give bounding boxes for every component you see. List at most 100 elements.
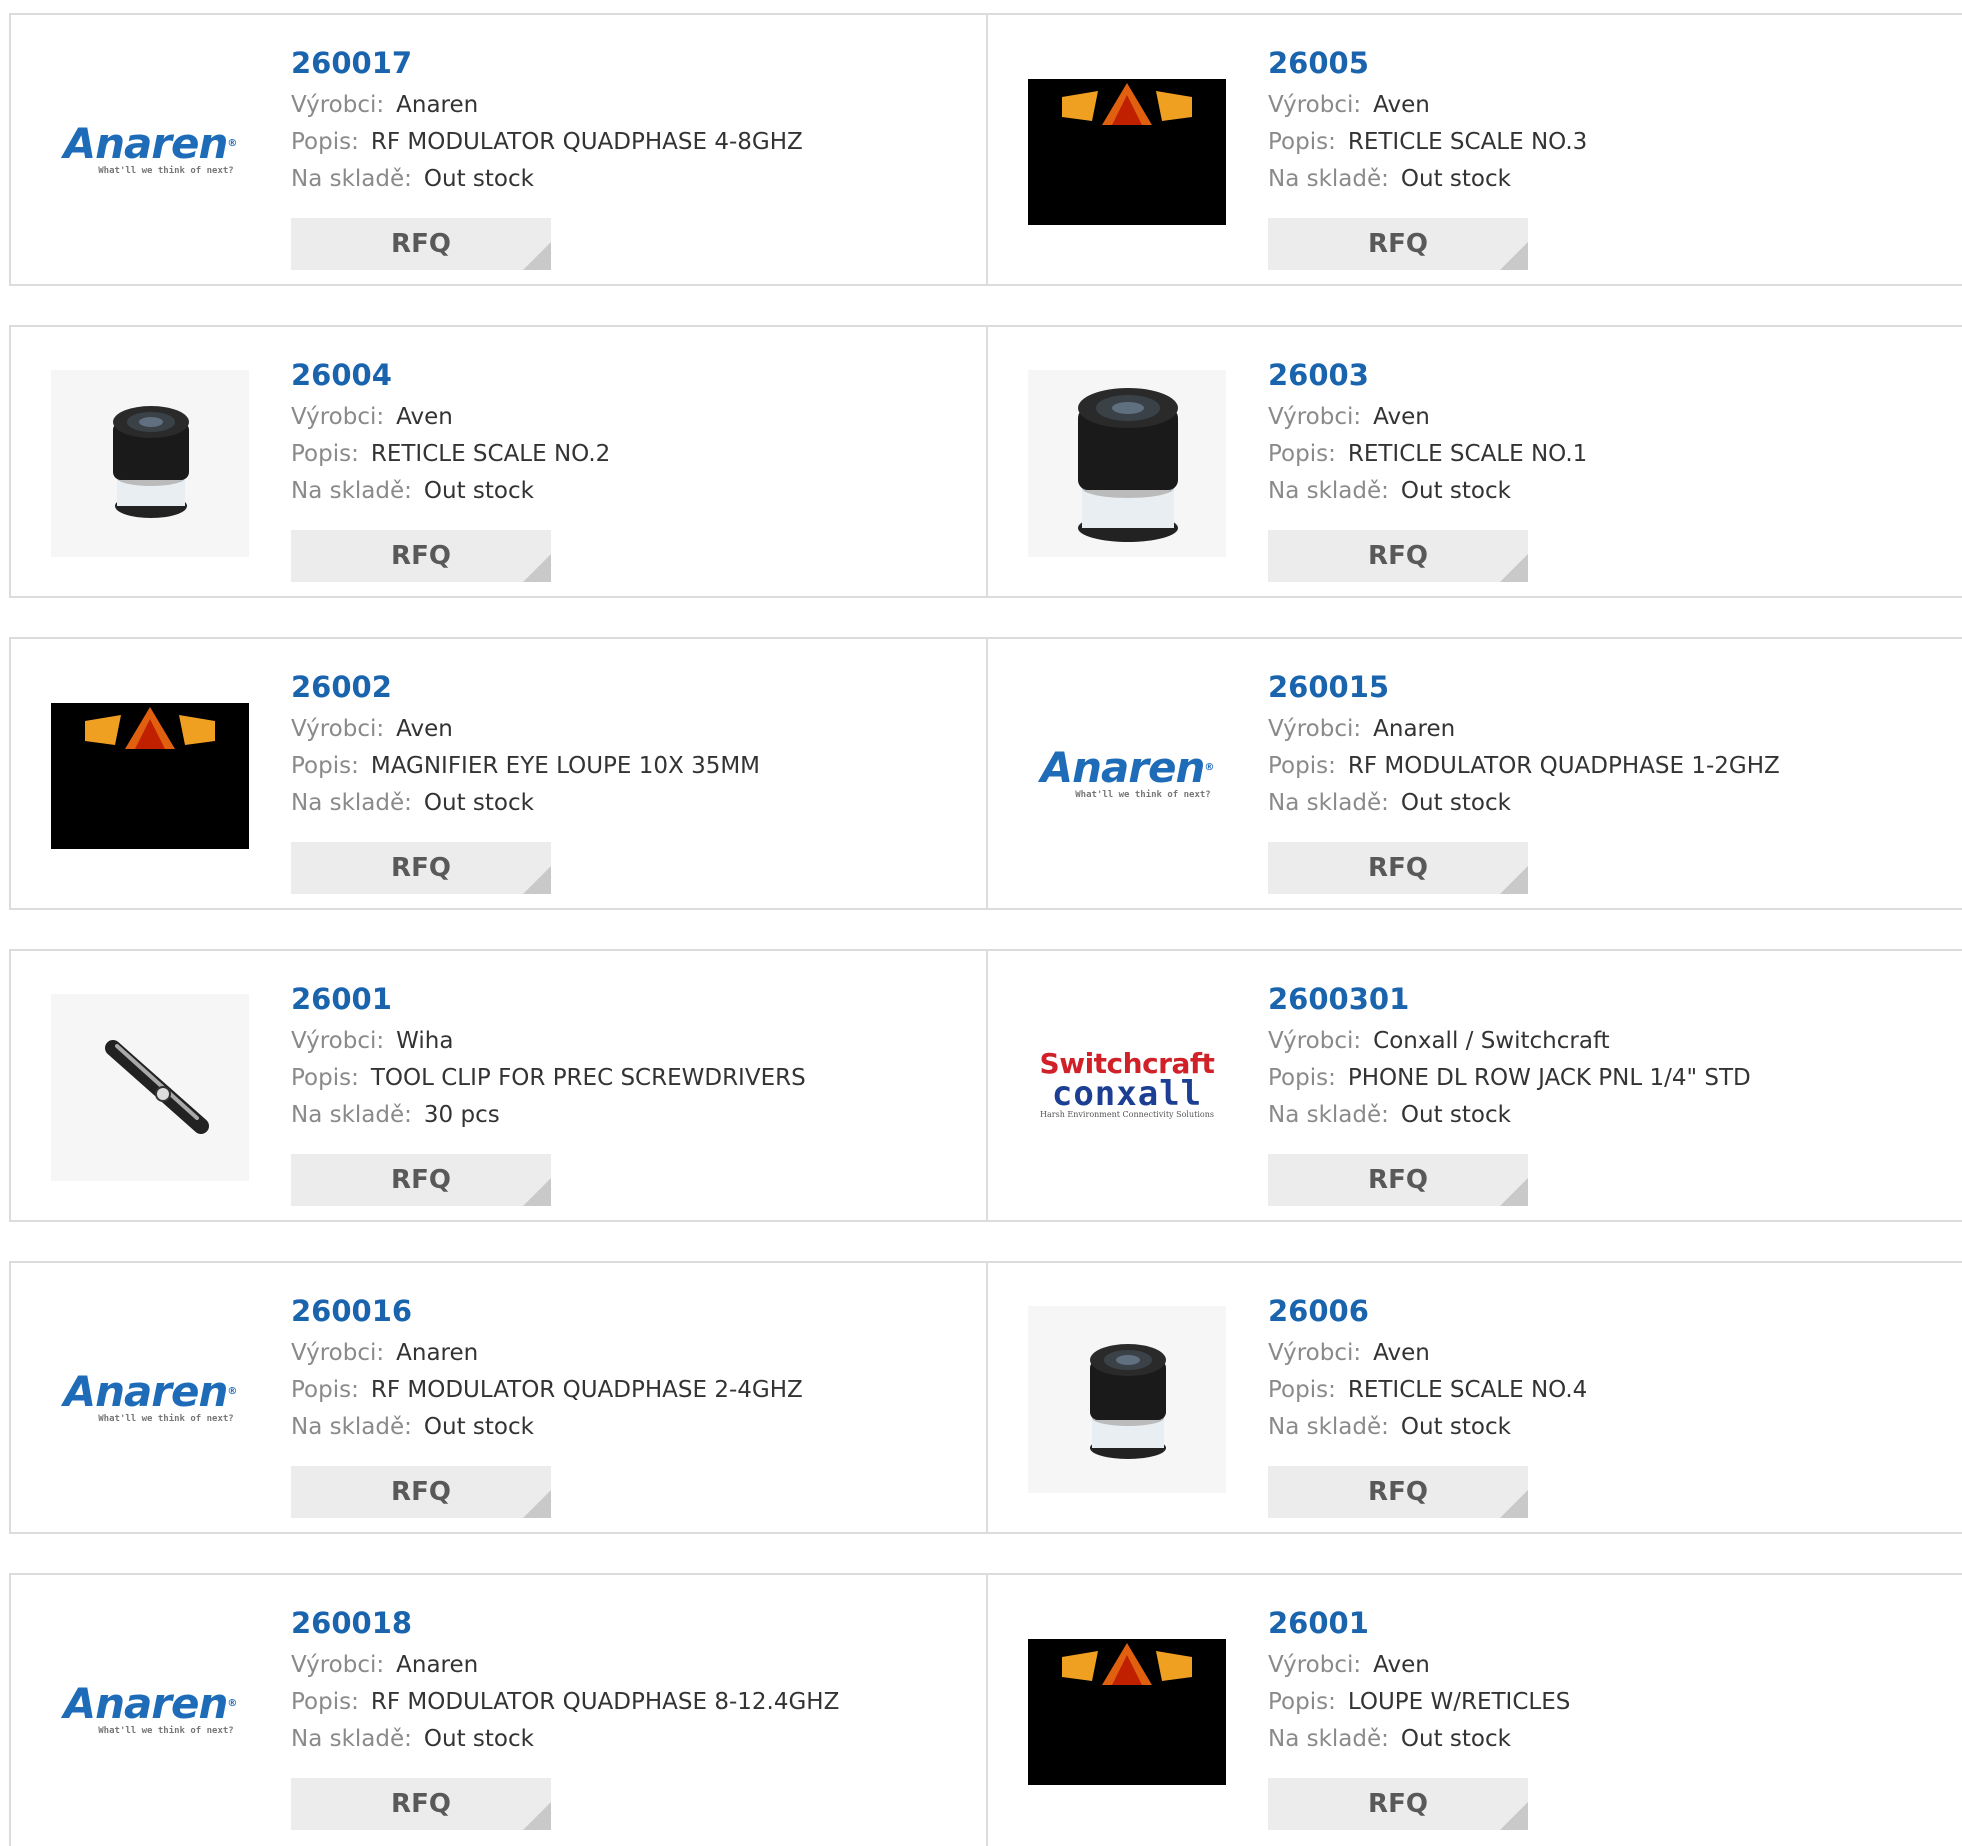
- manufacturer-line: Výrobci: Anaren: [291, 1652, 479, 1678]
- manufacturer-line: Výrobci: Anaren: [291, 92, 479, 118]
- rfq-button[interactable]: RFQ: [291, 1154, 551, 1206]
- part-number-link[interactable]: 2600301: [1268, 979, 1944, 1019]
- product-card: Anaren® What'll we think of next? 260016…: [11, 1263, 988, 1532]
- product-row: Anaren® What'll we think of next? 260018…: [9, 1573, 1962, 1846]
- product-image[interactable]: [1028, 58, 1226, 245]
- description-line: Popis: RF MODULATOR QUADPHASE 8-12.4GHZ: [291, 1689, 840, 1715]
- part-number-link[interactable]: 26001: [291, 979, 966, 1019]
- product-card: Switchcraft conxall Harsh Environment Co…: [988, 951, 1962, 1220]
- description-line: Popis: PHONE DL ROW JACK PNL 1/4" STD: [1268, 1065, 1751, 1091]
- product-card: 26003 Výrobci: Aven Popis: RETICLE SCALE N…: [988, 327, 1962, 596]
- product-image[interactable]: [1028, 370, 1226, 557]
- product-card: 26005 Výrobci: Aven Popis: RETICLE SCALE N…: [988, 15, 1962, 284]
- part-number-link[interactable]: 260018: [291, 1603, 966, 1643]
- stock-line: Na skladě: Out stock: [291, 790, 534, 816]
- aven-placeholder-image: [1028, 78, 1226, 225]
- anaren-logo: Anaren® What'll we think of next?: [63, 118, 238, 176]
- product-image[interactable]: [51, 370, 249, 557]
- product-image[interactable]: [1028, 1306, 1226, 1493]
- stock-line: Na skladě: Out stock: [291, 1726, 534, 1752]
- manufacturer-line: Výrobci: Aven: [291, 404, 453, 430]
- stock-line: Na skladě: Out stock: [291, 1414, 534, 1440]
- part-number-link[interactable]: 26005: [1268, 43, 1944, 83]
- part-number-link[interactable]: 26002: [291, 667, 966, 707]
- product-image[interactable]: Anaren® What'll we think of next?: [51, 58, 249, 245]
- stock-line: Na skladě: Out stock: [1268, 1414, 1511, 1440]
- switchcraft-logo: Switchcraft conxall Harsh Environment Co…: [1039, 1046, 1215, 1119]
- description-line: Popis: RF MODULATOR QUADPHASE 2-4GHZ: [291, 1377, 803, 1403]
- rfq-button[interactable]: RFQ: [291, 530, 551, 582]
- manufacturer-line: Výrobci: Anaren: [1268, 716, 1456, 742]
- manufacturer-line: Výrobci: Aven: [1268, 404, 1430, 430]
- rfq-button[interactable]: RFQ: [1268, 842, 1528, 894]
- part-number-link[interactable]: 26001: [1268, 1603, 1944, 1643]
- stock-line: Na skladě: 30 pcs: [291, 1102, 500, 1128]
- rfq-button[interactable]: RFQ: [291, 1778, 551, 1830]
- product-row: 26001 Výrobci: Wiha Popis: TOOL CLIP FOR P…: [9, 949, 1962, 1222]
- part-number-link[interactable]: 260017: [291, 43, 966, 83]
- description-line: Popis: RETICLE SCALE NO.4: [1268, 1377, 1588, 1403]
- rfq-button[interactable]: RFQ: [291, 1466, 551, 1518]
- stock-line: Na skladě: Out stock: [1268, 1726, 1511, 1752]
- description-line: Popis: RETICLE SCALE NO.1: [1268, 441, 1588, 467]
- product-card: 26004 Výrobci: Aven Popis: RETICLE SCALE N…: [11, 327, 988, 596]
- manufacturer-line: Výrobci: Aven: [291, 716, 453, 742]
- description-line: Popis: RETICLE SCALE NO.3: [1268, 129, 1588, 155]
- product-image[interactable]: [51, 682, 249, 869]
- part-number-link[interactable]: 26004: [291, 355, 966, 395]
- loupe-photo: [51, 370, 249, 557]
- manufacturer-line: Výrobci: Anaren: [291, 1340, 479, 1366]
- description-line: Popis: TOOL CLIP FOR PREC SCREWDRIVERS: [291, 1065, 806, 1091]
- product-image[interactable]: Anaren® What'll we think of next?: [1028, 682, 1226, 869]
- part-number-link[interactable]: 260016: [291, 1291, 966, 1331]
- stock-line: Na skladě: Out stock: [1268, 1102, 1511, 1128]
- product-image[interactable]: Anaren® What'll we think of next?: [51, 1306, 249, 1493]
- anaren-logo: Anaren® What'll we think of next?: [63, 1366, 238, 1424]
- stock-line: Na skladě: Out stock: [1268, 166, 1511, 192]
- part-number-link[interactable]: 26006: [1268, 1291, 1944, 1331]
- part-number-link[interactable]: 260015: [1268, 667, 1944, 707]
- tool-clip-photo: [51, 994, 249, 1181]
- product-card: 26002 Výrobci: Aven Popis: MAGNIFIER EYE L…: [11, 639, 988, 908]
- product-image[interactable]: Switchcraft conxall Harsh Environment Co…: [1028, 994, 1226, 1181]
- description-line: Popis: LOUPE W/RETICLES: [1268, 1689, 1571, 1715]
- description-line: Popis: RETICLE SCALE NO.2: [291, 441, 611, 467]
- rfq-button[interactable]: RFQ: [291, 842, 551, 894]
- loupe-photo: [1028, 1306, 1226, 1493]
- aven-placeholder-image: [51, 702, 249, 849]
- product-row: 26002 Výrobci: Aven Popis: MAGNIFIER EYE L…: [9, 637, 1962, 910]
- description-line: Popis: RF MODULATOR QUADPHASE 1-2GHZ: [1268, 753, 1780, 779]
- product-row: 26004 Výrobci: Aven Popis: RETICLE SCALE N…: [9, 325, 1962, 598]
- product-card: Anaren® What'll we think of next? 260018…: [11, 1575, 988, 1846]
- rfq-button[interactable]: RFQ: [1268, 1154, 1528, 1206]
- product-row: Anaren® What'll we think of next? 260016…: [9, 1261, 1962, 1534]
- product-image[interactable]: [1028, 1618, 1226, 1805]
- rfq-button[interactable]: RFQ: [1268, 530, 1528, 582]
- rfq-button[interactable]: RFQ: [1268, 218, 1528, 270]
- description-line: Popis: MAGNIFIER EYE LOUPE 10X 35MM: [291, 753, 761, 779]
- product-image[interactable]: Anaren® What'll we think of next?: [51, 1618, 249, 1805]
- product-image[interactable]: [51, 994, 249, 1181]
- product-card: 26001 Výrobci: Wiha Popis: TOOL CLIP FOR P…: [11, 951, 988, 1220]
- rfq-button[interactable]: RFQ: [1268, 1778, 1528, 1830]
- product-grid: Anaren® What'll we think of next? 260017…: [0, 0, 1962, 1846]
- loupe-photo: [1028, 370, 1226, 557]
- rfq-button[interactable]: RFQ: [1268, 1466, 1528, 1518]
- manufacturer-line: Výrobci: Aven: [1268, 1340, 1430, 1366]
- stock-line: Na skladě: Out stock: [291, 166, 534, 192]
- description-line: Popis: RF MODULATOR QUADPHASE 4-8GHZ: [291, 129, 803, 155]
- product-row: Anaren® What'll we think of next? 260017…: [9, 13, 1962, 286]
- manufacturer-line: Výrobci: Conxall / Switchcraft: [1268, 1028, 1610, 1054]
- product-card: Anaren® What'll we think of next? 260015…: [988, 639, 1962, 908]
- stock-line: Na skladě: Out stock: [1268, 790, 1511, 816]
- anaren-logo: Anaren® What'll we think of next?: [1040, 742, 1215, 800]
- aven-placeholder-image: [1028, 1638, 1226, 1785]
- part-number-link[interactable]: 26003: [1268, 355, 1944, 395]
- anaren-logo: Anaren® What'll we think of next?: [63, 1678, 238, 1736]
- manufacturer-line: Výrobci: Aven: [1268, 92, 1430, 118]
- product-card: 26001 Výrobci: Aven Popis: LOUPE W/RETICLE…: [988, 1575, 1962, 1846]
- product-card: Anaren® What'll we think of next? 260017…: [11, 15, 988, 284]
- rfq-button[interactable]: RFQ: [291, 218, 551, 270]
- manufacturer-line: Výrobci: Wiha: [291, 1028, 454, 1054]
- product-card: 26006 Výrobci: Aven Popis: RETICLE SCALE N…: [988, 1263, 1962, 1532]
